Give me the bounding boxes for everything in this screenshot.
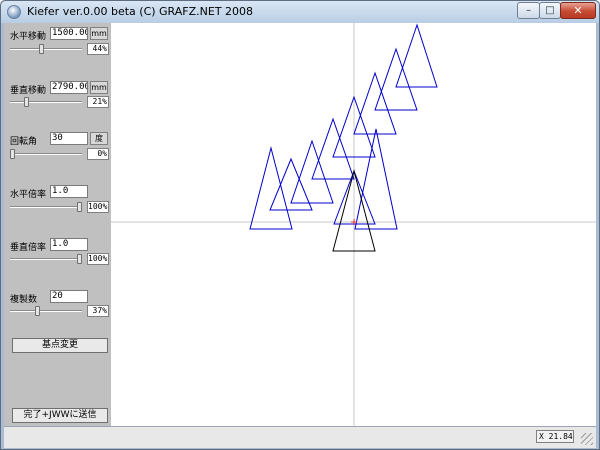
v-move-slider[interactable] [10, 101, 82, 103]
h-move-slider[interactable] [10, 48, 82, 50]
copy-triangle [290, 139, 334, 204]
coordinate-readout: X 21.84 [536, 430, 574, 443]
title-bar[interactable]: Kiefer ver.0.00 beta (C) GRAFZ.NET 2008 … [1, 1, 599, 23]
rotation-slider[interactable] [10, 153, 82, 155]
drawing-canvas[interactable] [111, 23, 596, 426]
app-globe-icon [7, 5, 21, 19]
maximize-icon: □ [545, 5, 555, 16]
h-move-label: 水平移動 [10, 32, 47, 42]
h-scale-percent: 100% [87, 201, 109, 213]
copy-triangle [354, 128, 398, 230]
v-move-percent: 21% [87, 96, 109, 108]
h-move-slider-thumb[interactable] [39, 44, 45, 54]
rotation-label: 回転角 [10, 137, 38, 147]
resize-grip-icon[interactable] [581, 433, 593, 445]
drawing-svg [111, 23, 596, 426]
copy-triangle [353, 71, 397, 135]
copy-triangle [395, 23, 438, 88]
copies-slider[interactable] [10, 310, 82, 312]
v-scale-slider-thumb[interactable] [77, 254, 82, 264]
copies-percent: 37% [87, 305, 109, 317]
v-move-slider-thumb[interactable] [24, 97, 30, 107]
h-move-unit-button[interactable]: mm [90, 27, 108, 40]
window-title: Kiefer ver.0.00 beta (C) GRAFZ.NET 2008 [27, 5, 254, 18]
h-scale-input[interactable]: 1.0 [50, 185, 88, 198]
finish-send-jww-button[interactable]: 完了+JWWに送信 [12, 408, 108, 423]
rotation-input[interactable]: 30 [50, 132, 88, 145]
h-scale-slider[interactable] [10, 206, 82, 208]
minimize-icon: – [526, 5, 531, 16]
close-button[interactable]: ✕ [560, 2, 596, 19]
copy-triangle [374, 47, 418, 111]
status-bar: X 21.84 [4, 426, 596, 448]
maximize-button[interactable]: □ [539, 2, 561, 19]
v-move-label: 垂直移動 [10, 86, 47, 96]
h-move-input[interactable]: 1500.00 [50, 27, 88, 40]
h-scale-slider-thumb[interactable] [77, 202, 82, 212]
h-move-percent: 44% [87, 43, 109, 55]
app-window: Kiefer ver.0.00 beta (C) GRAFZ.NET 2008 … [0, 0, 600, 450]
v-scale-percent: 100% [87, 253, 109, 265]
rotation-unit-button[interactable]: 度 [90, 132, 108, 145]
copy-triangle [249, 146, 293, 230]
rotation-percent: 0% [87, 148, 109, 160]
copies-slider-thumb[interactable] [34, 306, 40, 316]
v-scale-label: 垂直倍率 [10, 243, 47, 253]
copies-label: 複製数 [10, 295, 38, 305]
client-area: 水平移動 1500.00 mm 44% 垂直移動 2790.00 mm 21% … [4, 23, 596, 426]
h-scale-label: 水平倍率 [10, 190, 47, 200]
v-move-unit-button[interactable]: mm [90, 81, 108, 94]
v-scale-slider[interactable] [10, 258, 82, 260]
copies-input[interactable]: 20 [50, 290, 88, 303]
change-base-point-button[interactable]: 基点変更 [12, 338, 108, 353]
control-panel: 水平移動 1500.00 mm 44% 垂直移動 2790.00 mm 21% … [4, 23, 111, 426]
rotation-slider-thumb[interactable] [10, 149, 15, 159]
v-scale-input[interactable]: 1.0 [50, 238, 88, 251]
v-move-input[interactable]: 2790.00 [50, 81, 88, 94]
copy-triangle [311, 117, 355, 180]
minimize-button[interactable]: – [517, 2, 540, 19]
close-icon: ✕ [573, 4, 583, 17]
